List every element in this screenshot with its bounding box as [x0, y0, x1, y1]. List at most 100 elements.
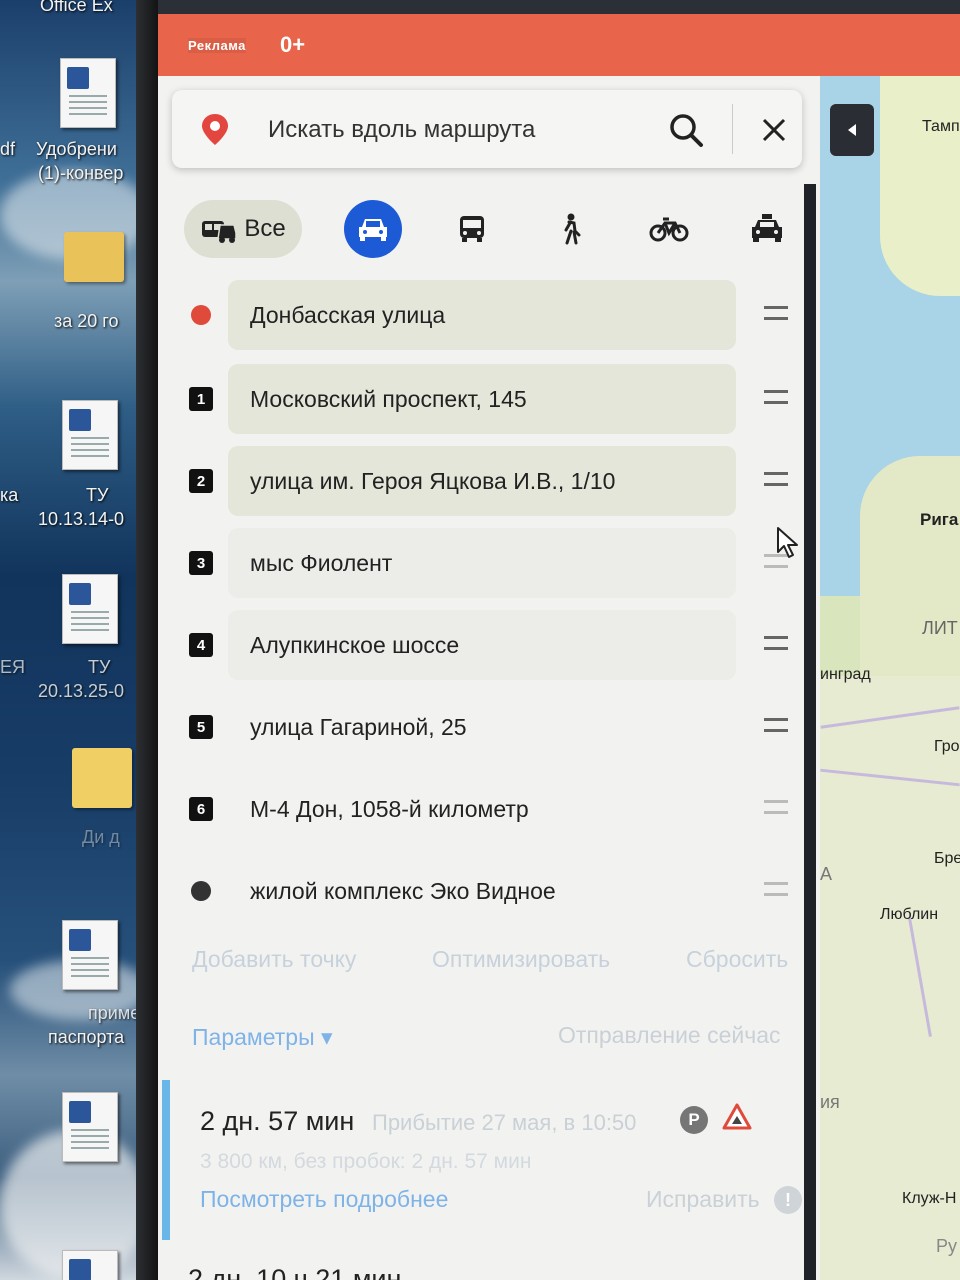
- close-button[interactable]: [752, 108, 796, 152]
- route-actions: Добавить точку Оптимизировать Сбросить: [158, 940, 820, 980]
- route-search-box: Искать вдоль маршрута: [172, 90, 802, 168]
- desktop-label: (1)-конвер: [38, 163, 124, 183]
- desktop-label: ка: [0, 485, 19, 505]
- mode-walk-tab[interactable]: [548, 200, 592, 258]
- walk-icon: [564, 213, 581, 245]
- waypoint-field[interactable]: мыс Фиолент: [228, 528, 736, 598]
- optimize-button[interactable]: Оптимизировать: [432, 946, 610, 973]
- folder-icon[interactable]: [72, 748, 132, 808]
- route-arrival: Прибытие 27 мая, в 10:50: [372, 1110, 637, 1135]
- info-icon[interactable]: !: [774, 1186, 802, 1214]
- word-document-icon[interactable]: [60, 58, 116, 128]
- mode-all-tab[interactable]: Все: [184, 200, 302, 258]
- drag-handle-icon[interactable]: [764, 472, 788, 486]
- close-icon: [762, 118, 786, 142]
- waypoint-5[interactable]: 5 улица Гагариной, 25: [158, 686, 820, 766]
- desktop-label: Удобрени: [36, 139, 117, 159]
- desktop-label: ТУ: [86, 485, 109, 505]
- view-details-link[interactable]: Посмотреть подробнее: [200, 1186, 448, 1213]
- waypoint-text: жилой комплекс Эко Видное: [250, 878, 556, 904]
- waypoint-field[interactable]: Московский проспект, 145: [228, 364, 736, 434]
- word-document-icon[interactable]: [62, 1250, 118, 1280]
- taxi-icon: [752, 214, 782, 242]
- drag-handle-icon[interactable]: [764, 800, 788, 814]
- map-label: ЛИТ: [922, 618, 958, 638]
- drag-handle-icon[interactable]: [764, 718, 788, 732]
- transport-mode-tabs: Все: [158, 190, 820, 270]
- map-pin-icon: [202, 114, 228, 145]
- toll-road-icon: P: [680, 1106, 708, 1134]
- desktop-label: за 20 го: [54, 311, 119, 331]
- waypoint-end[interactable]: жилой комплекс Эко Видное: [158, 850, 820, 930]
- mode-all-label: Все: [244, 215, 286, 242]
- map-label: Ру: [936, 1236, 958, 1256]
- map-label: Гро: [934, 738, 960, 755]
- drag-handle-icon[interactable]: [764, 636, 788, 650]
- car-icon: [359, 219, 387, 241]
- drag-handle-icon[interactable]: [764, 390, 788, 404]
- word-document-icon[interactable]: [62, 400, 118, 470]
- collapse-panel-button[interactable]: [830, 104, 874, 156]
- waypoint-text: мыс Фиолент: [250, 550, 393, 576]
- route-option-2-duration[interactable]: 2 дн. 10 ч 21 мин: [188, 1264, 401, 1280]
- waypoint-field[interactable]: улица им. Героя Яцкова И.В., 1/10: [228, 446, 736, 516]
- waypoint-field[interactable]: М-4 Дон, 1058-й километр: [228, 774, 736, 844]
- waypoint-text: улица Гагариной, 25: [250, 714, 467, 740]
- desktop-background: Office Ex df Удобрени (1)-конвер за 20 г…: [0, 0, 160, 1280]
- chevron-left-icon: [848, 124, 856, 136]
- route-option[interactable]: 2 дн. 57 мин Прибытие 27 мая, в 10:50 P …: [162, 1080, 820, 1240]
- desktop-label: 20.13.25-0: [38, 681, 125, 701]
- route-panel: Искать вдоль маршрута Все Донбасская ули…: [158, 76, 820, 1280]
- waypoint-number: 3: [188, 550, 214, 576]
- route-distance: 3 800 км, без пробок: 2 дн. 57 мин: [200, 1150, 532, 1173]
- land-area: [880, 76, 960, 296]
- end-marker: [188, 878, 214, 904]
- desktop-label: ЕЯ: [0, 657, 26, 677]
- word-document-icon[interactable]: [62, 920, 118, 990]
- mode-taxi-tab[interactable]: [742, 200, 792, 258]
- drag-handle-icon[interactable]: [764, 882, 788, 896]
- waypoint-6[interactable]: 6 М-4 Дон, 1058-й километр: [158, 768, 820, 848]
- map-label: А: [820, 864, 833, 884]
- mode-bike-tab[interactable]: [644, 200, 694, 258]
- drag-handle-icon[interactable]: [764, 306, 788, 320]
- waypoint-field[interactable]: улица Гагариной, 25: [228, 692, 736, 762]
- route-duration: 2 дн. 57 мин: [200, 1106, 355, 1136]
- waypoint-4[interactable]: 4 Алупкинское шоссе: [158, 604, 820, 684]
- waypoint-1[interactable]: 1 Московский проспект, 145: [158, 358, 820, 438]
- word-document-icon[interactable]: [62, 574, 118, 644]
- mouse-cursor-icon: [777, 527, 798, 558]
- start-marker: [188, 302, 214, 328]
- departure-time-selector[interactable]: Отправление сейчас: [558, 1022, 781, 1049]
- waypoint-text: М-4 Дон, 1058-й километр: [250, 796, 529, 822]
- waypoint-start[interactable]: Донбасская улица: [158, 274, 820, 354]
- map-label: Клуж-Н: [902, 1190, 957, 1207]
- map-view[interactable]: Тамп Рига ЛИТ инград Гро Бре А Люблин ия…: [820, 76, 960, 1280]
- scrollbar[interactable]: [804, 184, 816, 1280]
- waypoint-2[interactable]: 2 улица им. Героя Яцкова И.В., 1/10: [158, 440, 820, 520]
- word-document-icon[interactable]: [62, 1092, 118, 1162]
- desktop-label: df: [0, 139, 16, 159]
- map-label: Рига: [920, 510, 959, 529]
- reset-button[interactable]: Сбросить: [686, 946, 788, 973]
- waypoint-text: Донбасская улица: [250, 302, 446, 328]
- search-button[interactable]: [664, 108, 708, 152]
- waypoint-number: 4: [188, 632, 214, 658]
- fix-route-button[interactable]: Исправить: [646, 1186, 760, 1213]
- parameters-dropdown[interactable]: Параметры ▾: [192, 1024, 333, 1051]
- desktop-label: Ди д: [82, 827, 120, 847]
- folder-icon[interactable]: [64, 232, 124, 282]
- road-warning-icon: [722, 1103, 752, 1130]
- mode-car-tab[interactable]: [344, 200, 402, 258]
- waypoint-field[interactable]: Донбасская улица: [228, 280, 736, 350]
- map-label: Люблин: [880, 906, 939, 923]
- land-area: [860, 456, 960, 696]
- waypoint-field[interactable]: Алупкинское шоссе: [228, 610, 736, 680]
- mode-bus-tab[interactable]: [450, 200, 494, 258]
- search-input[interactable]: Искать вдоль маршрута: [268, 116, 535, 144]
- divider: [732, 104, 733, 154]
- add-point-button[interactable]: Добавить точку: [192, 946, 356, 973]
- waypoint-3[interactable]: 3 мыс Фиолент: [158, 522, 820, 602]
- all-transport-icon: [202, 221, 238, 243]
- waypoint-field[interactable]: жилой комплекс Эко Видное: [228, 856, 736, 926]
